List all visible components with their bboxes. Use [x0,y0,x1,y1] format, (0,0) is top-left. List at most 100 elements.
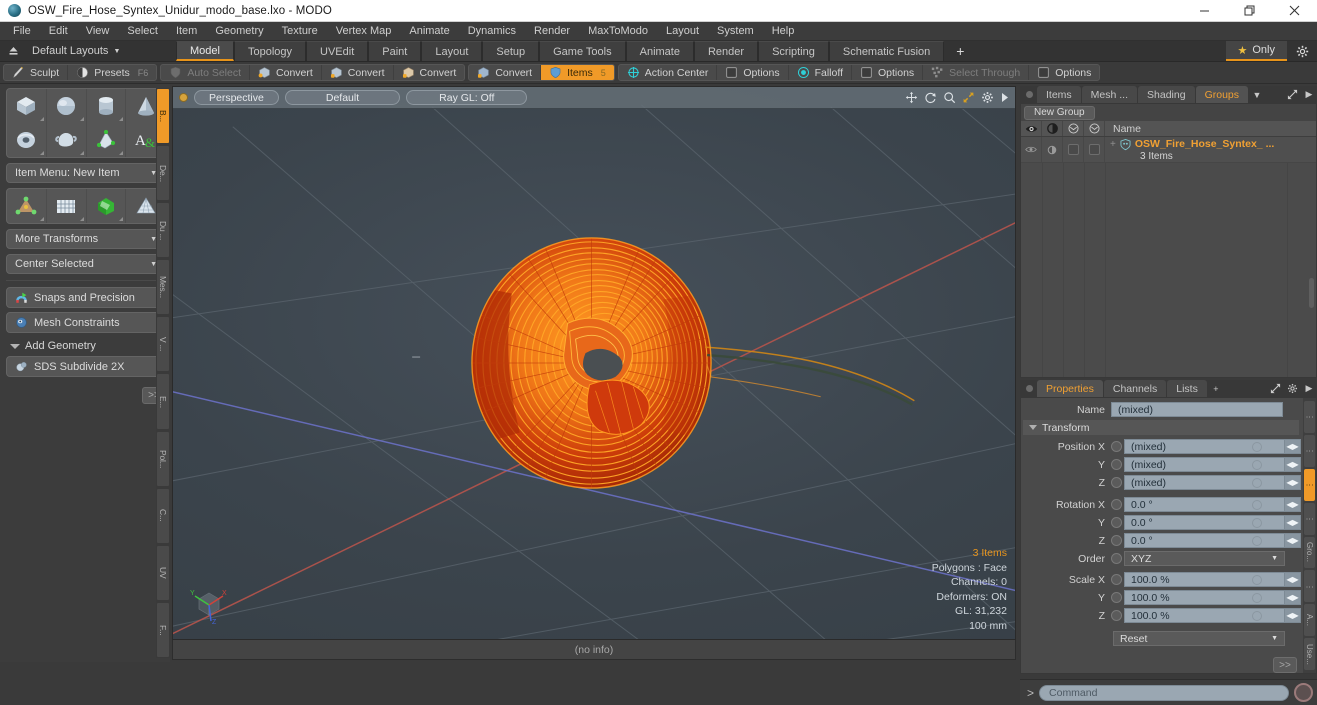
center-selected-dropdown[interactable]: Center Selected ▼ [6,254,166,274]
tab-layout[interactable]: Layout [421,41,483,61]
minimize-icon[interactable] [1182,0,1227,22]
eye-icon[interactable] [1021,121,1042,136]
shaded-icon[interactable] [1084,121,1105,136]
position-z-radio[interactable] [1111,477,1122,488]
menu-view[interactable]: View [77,22,119,41]
menu-vertex-map[interactable]: Vertex Map [327,22,401,41]
tab-game-tools[interactable]: Game Tools [539,41,626,61]
keyframe-dot-icon[interactable] [1252,477,1262,488]
tab-properties[interactable]: Properties [1037,380,1103,397]
keyframe-dot-icon[interactable] [1252,499,1262,510]
action-center-options-button[interactable]: Options [717,65,789,80]
pvtab-1[interactable]: ⋮ [1304,401,1315,433]
pvtab-2[interactable]: ⋮ [1304,434,1315,467]
sphere-primitive-icon[interactable] [47,89,87,123]
tab-mesh-ops[interactable]: Mesh ... [1081,86,1138,103]
vtab-deform[interactable]: De... [156,145,170,202]
add-geometry-group[interactable]: Add Geometry [6,337,166,356]
vtab-basic[interactable]: B... [156,88,170,145]
row-eye-toggle[interactable] [1021,137,1042,162]
order-radio[interactable] [1111,553,1122,564]
tab-topology[interactable]: Topology [233,41,307,61]
rotation-z-input[interactable]: 0.0 ° [1124,533,1285,548]
item-menu-dropdown[interactable]: Item Menu: New Item ▼ [6,163,166,183]
list-item[interactable]: + OSW_Fire_Hose_Syntex_ ... 3 Items [1105,137,1316,162]
keyframe-dot-icon[interactable] [1252,592,1262,603]
sculpt-button[interactable]: Sculpt [4,65,69,80]
cube-primitive-icon[interactable] [7,89,47,123]
menu-file[interactable]: File [4,22,40,41]
scale-y-stepper[interactable]: ◀▶ [1285,590,1301,605]
fit-icon[interactable] [962,91,975,104]
viewport-menu-dot-icon[interactable] [179,93,188,102]
rotation-z-radio[interactable] [1111,535,1122,546]
gear-icon[interactable] [981,91,994,104]
viewport-raygl-dropdown[interactable]: Ray GL: Off [406,90,528,105]
snaps-precision-button[interactable]: Snaps and Precision [6,287,166,308]
gear-icon[interactable] [1287,41,1317,61]
tab-groups[interactable]: Groups [1195,86,1249,103]
default-layouts-dropdown[interactable]: Default Layouts ▼ [26,41,176,61]
convert-edge-button[interactable]: Convert [322,65,394,80]
select-through-button[interactable]: Select Through [923,65,1030,80]
table-row[interactable]: + OSW_Fire_Hose_Syntex_ ... 3 Items [1021,137,1316,163]
only-toggle[interactable]: ★ Only [1225,41,1287,61]
presets-button[interactable]: Presets F6 [68,65,156,80]
menu-texture[interactable]: Texture [273,22,327,41]
mesh-constraints-button[interactable]: Mesh Constraints [6,312,166,333]
tab-uvedit[interactable]: UVEdit [306,41,369,61]
zoom-icon[interactable] [943,91,956,104]
perspective-viewport[interactable]: Perspective Default Ray GL: Off Y X Z 3 … [172,86,1016,640]
rotation-y-radio[interactable] [1111,517,1122,528]
menu-maxtomodo[interactable]: MaxToModo [579,22,657,41]
tab-lists[interactable]: Lists [1167,380,1207,397]
vtab-edge[interactable]: E... [156,373,170,430]
vtab-curve[interactable]: C... [156,487,170,544]
pvtab-groups[interactable]: Gro... [1304,536,1315,569]
keyframe-dot-icon[interactable] [1252,459,1262,470]
action-center-button[interactable]: Action Center [619,65,718,80]
up-arrow-icon[interactable] [0,41,26,61]
groups-scrollbar-thumb[interactable] [1309,278,1314,308]
scale-x-radio[interactable] [1111,574,1122,585]
viewport-shading-dropdown[interactable]: Default [284,90,401,105]
chevron-right-icon[interactable]: ▶ [1301,86,1317,103]
position-x-stepper[interactable]: ◀▶ [1285,439,1301,454]
menu-animate[interactable]: Animate [400,22,458,41]
scale-x-stepper[interactable]: ◀▶ [1285,572,1301,587]
menu-geometry[interactable]: Geometry [206,22,272,41]
row-wireframe-toggle[interactable] [1063,137,1084,162]
reset-dropdown[interactable]: Reset ▼ [1113,631,1285,646]
add-properties-tab-button[interactable]: + [1208,380,1224,397]
falloff-button[interactable]: Falloff [789,65,852,80]
vtab-duplicate[interactable]: Du ... [156,202,170,259]
name-input[interactable]: (mixed) [1111,402,1283,417]
panel-menu-dot-icon[interactable] [1022,380,1036,397]
tab-schematic-fusion[interactable]: Schematic Fusion [828,41,945,61]
convert-polygon-button[interactable]: Convert [394,65,465,80]
pvtab-6[interactable]: ⋮ [1304,570,1315,603]
vtab-polygon[interactable]: Pol... [156,430,170,487]
tab-channels[interactable]: Channels [1103,380,1167,397]
record-icon[interactable] [1294,683,1313,702]
scale-x-input[interactable]: 100.0 % [1124,572,1285,587]
tab-items[interactable]: Items [1037,86,1081,103]
tab-model[interactable]: Model [176,41,234,61]
chevron-right-icon[interactable] [1000,92,1009,103]
row-render-toggle[interactable] [1042,137,1063,162]
row-shaded-toggle[interactable] [1084,137,1105,162]
scale-y-input[interactable]: 100.0 % [1124,590,1285,605]
position-y-stepper[interactable]: ◀▶ [1285,457,1301,472]
bend-grid-icon[interactable] [47,189,87,223]
deform-green-icon[interactable] [87,189,127,223]
position-z-input[interactable]: (mixed) [1124,475,1285,490]
items-mode-button[interactable]: Items 5 [541,65,614,80]
groups-tree-empty-area[interactable] [1021,163,1316,377]
vtab-vertex[interactable]: V ... [156,316,170,373]
menu-system[interactable]: System [708,22,763,41]
rotation-x-input[interactable]: 0.0 ° [1124,497,1285,512]
menu-edit[interactable]: Edit [40,22,77,41]
position-z-stepper[interactable]: ◀▶ [1285,475,1301,490]
fire-hose-coil-model[interactable] [173,87,1015,639]
add-tab-button[interactable]: + [944,41,977,61]
